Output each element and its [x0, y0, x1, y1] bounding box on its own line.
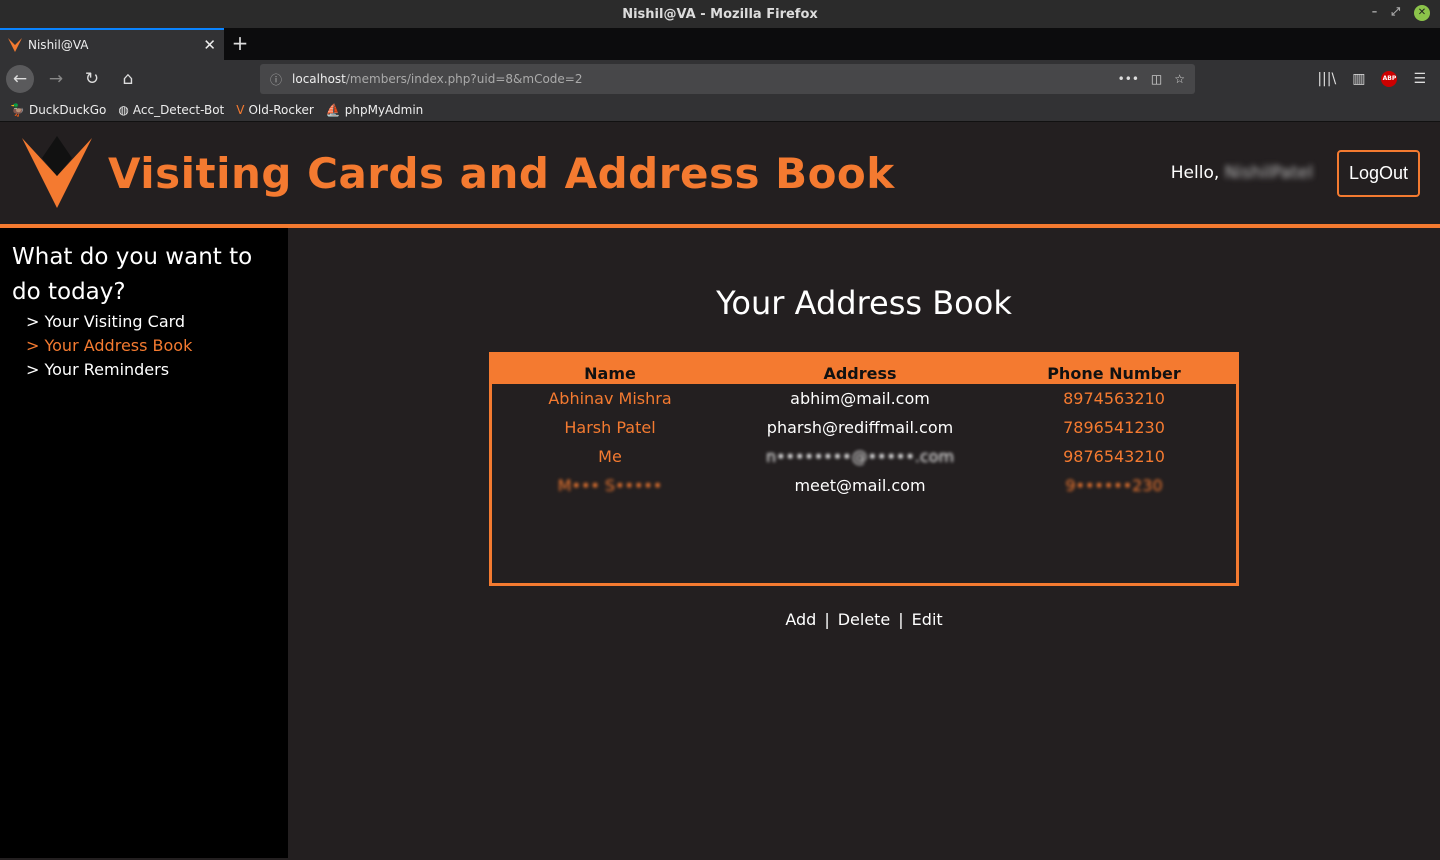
home-button[interactable]: ⌂: [114, 65, 142, 93]
tab-title: Nishil@VA: [28, 38, 89, 52]
duckduckgo-icon: 🦆: [10, 102, 25, 117]
url-host: localhost: [292, 72, 346, 86]
cell-name: M••• S•••••: [557, 476, 663, 495]
bookmark-label: phpMyAdmin: [344, 102, 424, 117]
bookmark-label: Old-Rocker: [248, 102, 314, 117]
site-header: Visiting Cards and Address Book Hello, N…: [0, 122, 1440, 228]
add-link[interactable]: Add: [785, 610, 816, 629]
forward-button[interactable]: →: [42, 65, 70, 93]
table-row[interactable]: Harsh Patel pharsh@rediffmail.com 78965412…: [492, 413, 1236, 442]
va-logo-icon: [8, 38, 22, 52]
separator: |: [824, 610, 830, 629]
greeting-label: Hello,: [1170, 163, 1220, 183]
separator: |: [898, 610, 904, 629]
column-header: Name: [584, 364, 636, 383]
logout-button[interactable]: LogOut: [1336, 149, 1420, 197]
window-titlebar: Nishil@VA - Mozilla Firefox – ⤢ ✕: [0, 0, 1440, 28]
url-path: /members/index.php?uid=8&mCode=2: [345, 72, 583, 86]
page-title: Your Address Book: [716, 284, 1012, 322]
edit-link[interactable]: Edit: [912, 610, 943, 629]
cell-address: abhim@mail.com: [790, 389, 930, 408]
tab-active[interactable]: Nishil@VA ✕: [0, 28, 224, 60]
reload-button[interactable]: ↻: [78, 65, 106, 93]
column-header: Phone Number: [1047, 364, 1181, 383]
sidebar-heading: What do you want to do today?: [12, 244, 253, 305]
bookmarks-bar: 🦆 DuckDuckGo ◍ Acc_Detect-Bot V Old-Rocker ⛵ ph…: [0, 98, 1440, 122]
table-header: Name Address Phone Number: [492, 355, 1236, 384]
greeting: Hello, NishilPatel: [1171, 163, 1313, 183]
bookmark-item[interactable]: 🦆 DuckDuckGo: [10, 103, 106, 117]
table-row[interactable]: Me n••••••••@•••••.com 9876543210: [492, 442, 1236, 471]
pocket-icon[interactable]: ◫: [1151, 72, 1162, 86]
bookmark-label: DuckDuckGo: [28, 102, 107, 117]
new-tab-button[interactable]: +: [224, 28, 256, 60]
menu-icon[interactable]: ☰: [1413, 71, 1426, 87]
cell-address: meet@mail.com: [794, 476, 926, 495]
cell-name: Me: [598, 447, 622, 466]
nav-bar: ← → ↻ ⌂ ⓘ localhost/members/index.php?ui…: [0, 60, 1440, 98]
cell-phone: 9876543210: [1063, 447, 1165, 466]
va-logo-icon: V: [236, 102, 245, 117]
library-icon[interactable]: |||\: [1317, 71, 1336, 87]
bookmark-star-icon[interactable]: ☆: [1174, 72, 1185, 86]
globe-icon: ◍: [118, 102, 129, 117]
phpmyadmin-icon: ⛵: [325, 102, 341, 117]
restore-icon[interactable]: ⤢: [1391, 5, 1400, 21]
table-actions: Add | Delete | Edit: [785, 610, 942, 629]
site-title: Visiting Cards and Address Book: [108, 148, 895, 198]
bookmark-item[interactable]: V Old-Rocker: [236, 103, 314, 117]
info-icon[interactable]: ⓘ: [270, 71, 282, 88]
cell-address: n••••••••@•••••.com: [765, 447, 955, 466]
bookmark-label: Acc_Detect-Bot: [132, 102, 225, 117]
more-icon[interactable]: •••: [1118, 72, 1139, 86]
delete-link[interactable]: Delete: [838, 610, 891, 629]
cell-phone: 8974563210: [1063, 389, 1165, 408]
close-tab-icon[interactable]: ✕: [203, 36, 216, 54]
sidebar-item[interactable]: > Your Address Book: [26, 334, 276, 358]
cell-phone: 7896541230: [1063, 418, 1165, 437]
username: NishilPatel: [1224, 163, 1313, 183]
column-header: Address: [823, 364, 897, 383]
window-title: Nishil@VA - Mozilla Firefox: [622, 6, 818, 22]
cell-phone: 9••••••230: [1065, 476, 1163, 495]
table-row[interactable]: Abhinav Mishra abhim@mail.com 8974563210: [492, 384, 1236, 413]
close-window-icon[interactable]: ✕: [1414, 5, 1430, 21]
back-button[interactable]: ←: [6, 65, 34, 93]
bookmark-item[interactable]: ⛵ phpMyAdmin: [326, 103, 424, 117]
sidebar-item[interactable]: > Your Visiting Card: [26, 310, 276, 334]
cell-address: pharsh@rediffmail.com: [766, 418, 954, 437]
sidebar-item[interactable]: > Your Reminders: [26, 358, 276, 382]
table-row[interactable]: M••• S••••• meet@mail.com 9••••••230: [492, 471, 1236, 500]
bookmark-item[interactable]: ◍ Acc_Detect-Bot: [118, 103, 224, 117]
url-bar[interactable]: ⓘ localhost/members/index.php?uid=8&mCod…: [260, 64, 1195, 94]
sidebar-icon[interactable]: ▥: [1352, 71, 1365, 87]
cell-name: Harsh Patel: [564, 418, 656, 437]
adblock-icon[interactable]: ABP: [1381, 71, 1398, 87]
minimize-icon[interactable]: –: [1372, 5, 1378, 21]
cell-name: Abhinav Mishra: [548, 389, 672, 408]
address-table: Name Address Phone Number Abhinav Mishra…: [489, 352, 1239, 586]
main-content: Your Address Book Name Address Phone Num…: [288, 228, 1440, 858]
sidebar: What do you want to do today? > Your Vis…: [0, 228, 288, 858]
site-logo: [22, 136, 92, 208]
tab-bar: Nishil@VA ✕ +: [0, 28, 1440, 60]
